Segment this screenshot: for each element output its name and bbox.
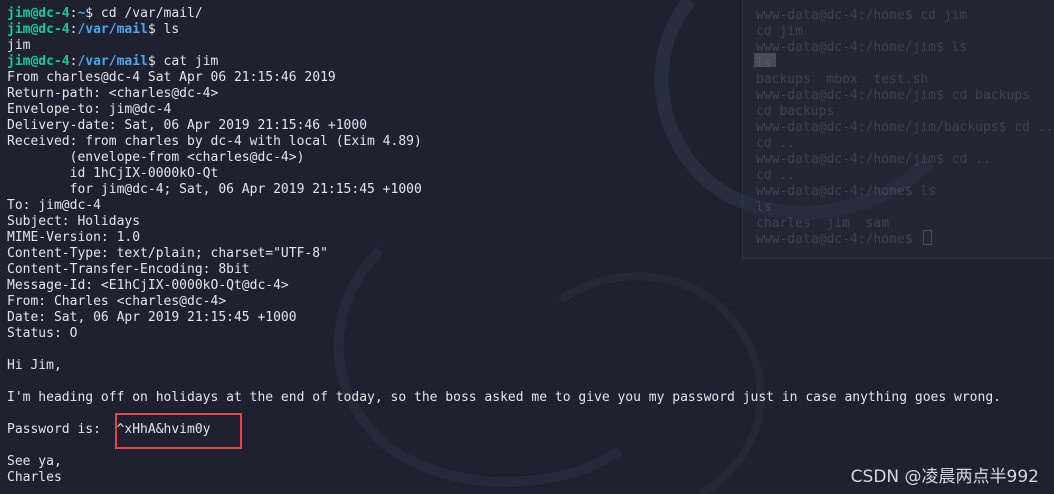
output-line: jim bbox=[7, 38, 31, 53]
output-line: From charles@dc-4 Sat Apr 06 21:15:46 20… bbox=[7, 70, 336, 85]
output-line: for jim@dc-4; Sat, 06 Apr 2019 21:15:45 … bbox=[7, 182, 422, 197]
output-line: I'm heading off on holidays at the end o… bbox=[7, 390, 1001, 405]
output-line: Received: from charles by dc-4 with loca… bbox=[7, 134, 422, 149]
output-line: Message-Id: <E1hCjIX-0000kO-Qt@dc-4> bbox=[7, 278, 289, 293]
prompt-user: jim@dc-4 bbox=[7, 22, 70, 37]
output-line: Date: Sat, 06 Apr 2019 21:15:45 +1000 bbox=[7, 310, 297, 325]
output-line: Subject: Holidays bbox=[7, 214, 141, 229]
output-line: Hi Jim, bbox=[7, 358, 62, 373]
output-line: To: jim@dc-4 bbox=[7, 198, 101, 213]
prompt-line: jim@dc-4:/var/mail$ cat jim bbox=[7, 54, 1001, 70]
output-line: Content-Type: text/plain; charset="UTF-8… bbox=[7, 246, 328, 261]
prompt-dollar: $ bbox=[85, 6, 94, 21]
output-line: From: Charles <charles@dc-4> bbox=[7, 294, 227, 309]
output-line: Content-Transfer-Encoding: 8bit bbox=[7, 262, 250, 277]
prompt-path: /var/mail bbox=[77, 54, 148, 69]
output-line: id 1hCjIX-0000kO-Qt bbox=[7, 166, 219, 181]
prompt-dollar: $ bbox=[147, 54, 156, 69]
command-text: cd /var/mail/ bbox=[93, 6, 203, 21]
prompt-path: /var/mail bbox=[77, 22, 148, 37]
output-line: Return-path: <charles@dc-4> bbox=[7, 86, 219, 101]
password-highlight-box bbox=[115, 413, 242, 449]
prompt-line: jim@dc-4:~$ cd /var/mail/ bbox=[7, 6, 1001, 22]
prompt-dollar: $ bbox=[147, 22, 156, 37]
csdn-watermark: CSDN @凌晨两点半992 bbox=[850, 467, 1039, 487]
prompt-user: jim@dc-4 bbox=[7, 6, 70, 21]
output-line: Delivery-date: Sat, 06 Apr 2019 21:15:46… bbox=[7, 118, 368, 133]
command-text: cat jim bbox=[155, 54, 219, 69]
command-text: ls bbox=[155, 22, 180, 37]
prompt-user: jim@dc-4 bbox=[7, 54, 70, 69]
output-line: Envelope-to: jim@dc-4 bbox=[7, 102, 172, 117]
output-line: Status: O bbox=[7, 326, 78, 341]
output-line: (envelope-from <charles@dc-4>) bbox=[7, 150, 305, 165]
prompt-line: jim@dc-4:/var/mail$ ls bbox=[7, 22, 1001, 38]
output-line: MIME-Version: 1.0 bbox=[7, 230, 141, 245]
